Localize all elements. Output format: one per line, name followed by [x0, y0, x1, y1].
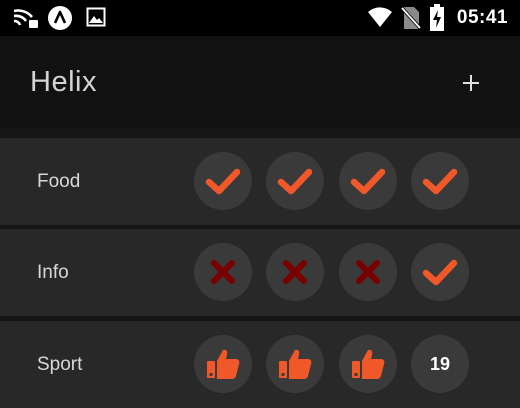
- thumbs-up-icon: [279, 349, 312, 379]
- add-habit-button[interactable]: [458, 70, 484, 96]
- status-bar: 05:41: [0, 0, 520, 36]
- day-toggle[interactable]: [411, 152, 469, 210]
- day-toggle[interactable]: [194, 152, 252, 210]
- day-toggle[interactable]: [339, 335, 397, 393]
- page-title: Helix: [30, 66, 97, 98]
- habit-name: Sport: [37, 354, 83, 375]
- thumbs-up-icon: [207, 349, 240, 379]
- battery-charging-icon: [430, 4, 444, 31]
- habit-name: Info: [37, 262, 69, 283]
- habit-name: Food: [37, 171, 81, 192]
- day-toggle[interactable]: [411, 243, 469, 301]
- day-toggle[interactable]: [339, 152, 397, 210]
- cross-icon: [283, 260, 307, 284]
- day-toggle[interactable]: [194, 335, 252, 393]
- no-sim-icon: [400, 6, 422, 30]
- image-icon: [86, 7, 106, 27]
- cross-icon: [211, 260, 235, 284]
- day-count: 19: [429, 353, 451, 374]
- app-bar: Helix: [0, 36, 520, 128]
- check-icon: [422, 168, 458, 195]
- day-toggle[interactable]: [339, 243, 397, 301]
- day-toggle[interactable]: [194, 243, 252, 301]
- wifi-icon: [368, 7, 392, 27]
- check-icon: [422, 259, 458, 286]
- cast-icon: [13, 9, 38, 28]
- plus-icon: [463, 75, 479, 91]
- cross-icon: [356, 260, 380, 284]
- day-toggle[interactable]: [266, 335, 324, 393]
- check-icon: [205, 168, 241, 195]
- day-toggle[interactable]: 19: [411, 335, 469, 393]
- habit-row[interactable]: Info: [0, 229, 520, 316]
- check-icon: [350, 168, 386, 195]
- app-logo-icon: [48, 6, 72, 30]
- habit-row[interactable]: Food: [0, 138, 520, 225]
- day-toggle[interactable]: [266, 152, 324, 210]
- status-time: 05:41: [456, 7, 508, 28]
- check-icon: [277, 168, 313, 195]
- habit-row[interactable]: Sport 19: [0, 321, 520, 408]
- day-toggle[interactable]: [266, 243, 324, 301]
- thumbs-up-icon: [352, 349, 385, 379]
